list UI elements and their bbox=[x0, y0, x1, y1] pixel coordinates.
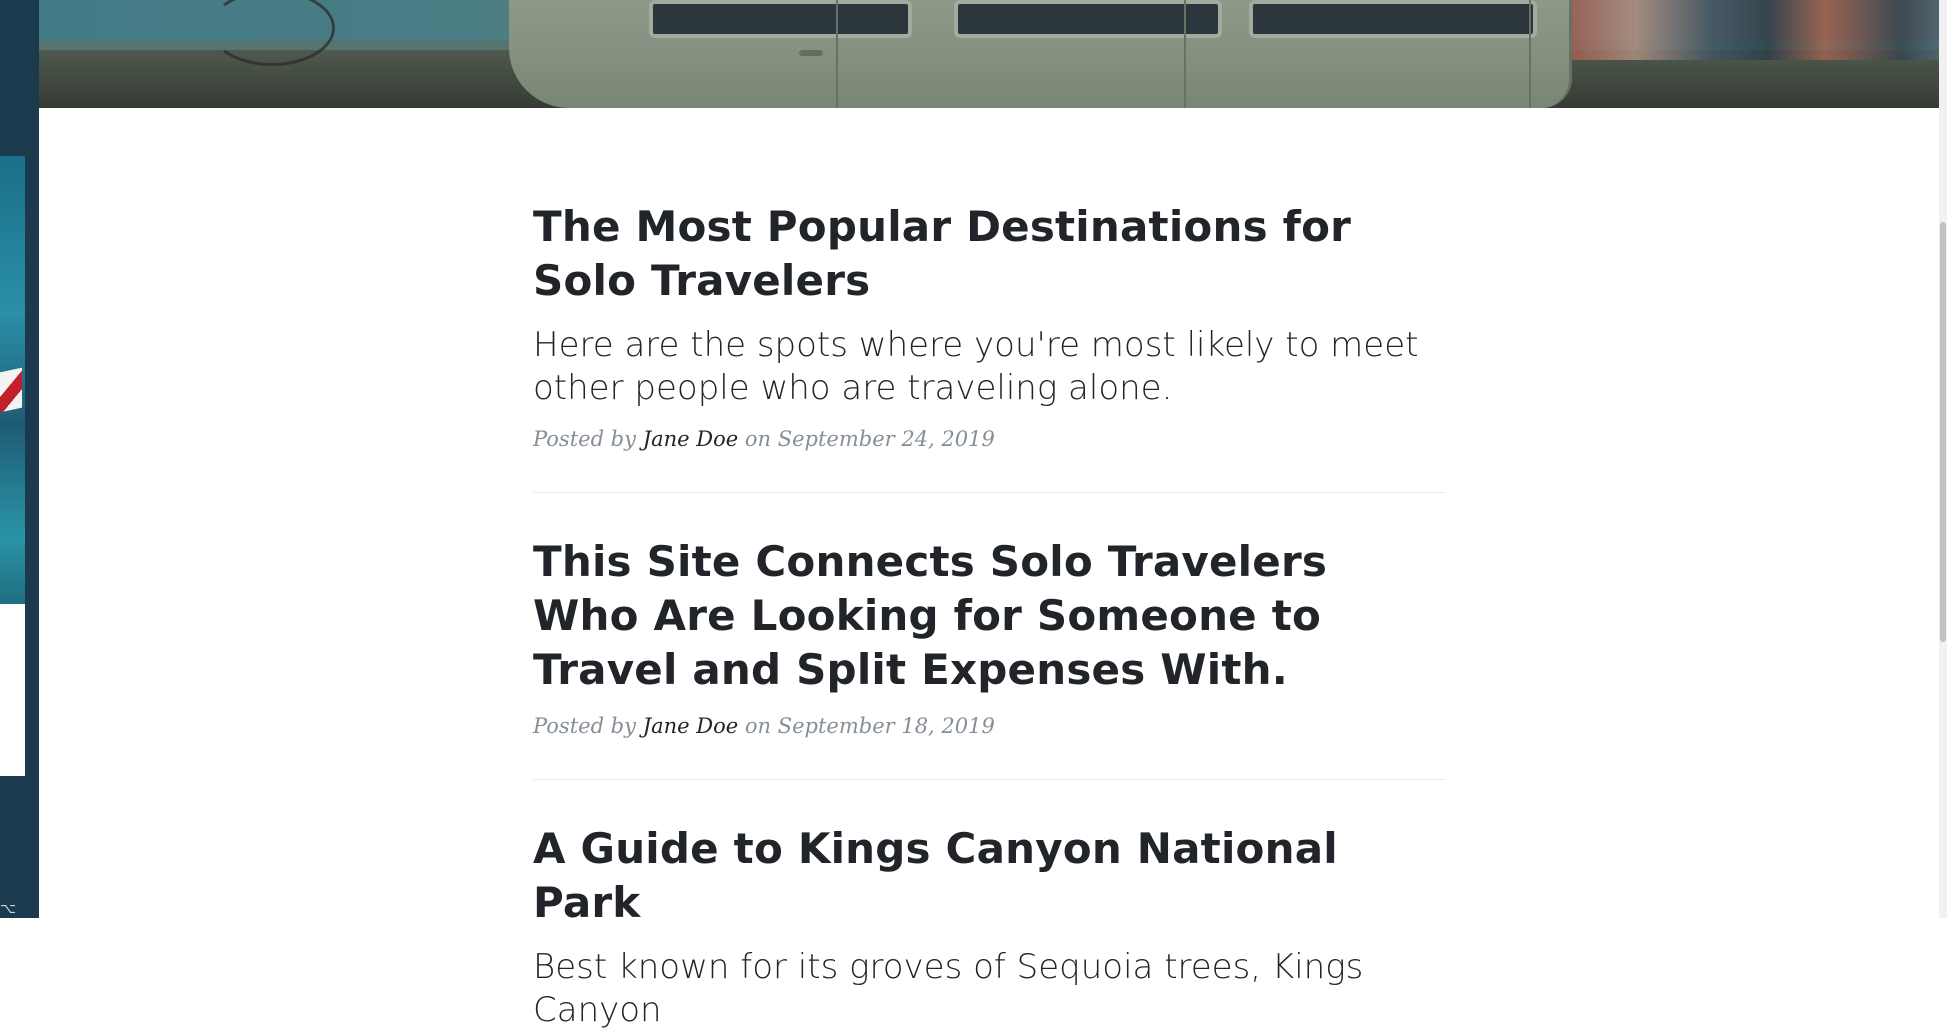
author-link[interactable]: Jane Doe bbox=[643, 714, 738, 738]
post-preview: The Most Popular Destinations for Solo T… bbox=[533, 200, 1445, 454]
background-card bbox=[0, 604, 25, 776]
scrollbar[interactable] bbox=[1939, 0, 1947, 918]
post-link[interactable]: The Most Popular Destinations for Solo T… bbox=[533, 200, 1445, 410]
post-date: September 24, 2019 bbox=[777, 427, 995, 451]
post-meta: Posted by Jane Doe on September 18, 2019 bbox=[533, 711, 1445, 741]
post-preview: This Site Connects Solo Travelers Who Ar… bbox=[533, 535, 1445, 741]
partial-icon: ⌥ bbox=[0, 901, 17, 917]
post-title[interactable]: This Site Connects Solo Travelers Who Ar… bbox=[533, 535, 1445, 697]
header-hero-image bbox=[39, 0, 1939, 108]
background-thumbnail bbox=[0, 156, 25, 604]
post-list: The Most Popular Destinations for Solo T… bbox=[533, 200, 1445, 1032]
post-subtitle[interactable]: Best known for its groves of Sequoia tre… bbox=[533, 946, 1445, 1032]
author-link[interactable]: Jane Doe bbox=[643, 427, 738, 451]
post-preview: A Guide to Kings Canyon National Park Be… bbox=[533, 822, 1445, 1032]
post-title[interactable]: A Guide to Kings Canyon National Park bbox=[533, 822, 1445, 930]
post-title[interactable]: The Most Popular Destinations for Solo T… bbox=[533, 200, 1445, 308]
meta-prefix: Posted by bbox=[533, 714, 636, 738]
post-subtitle[interactable]: Here are the spots where you're most lik… bbox=[533, 324, 1445, 410]
scrollbar-thumb[interactable] bbox=[1940, 222, 1946, 642]
meta-middle: on bbox=[744, 427, 772, 451]
post-meta: Posted by Jane Doe on September 24, 2019 bbox=[533, 424, 1445, 454]
flag-image bbox=[0, 367, 22, 413]
meta-middle: on bbox=[744, 714, 772, 738]
divider bbox=[533, 492, 1445, 493]
hero-overlay bbox=[39, 0, 1939, 108]
post-date: September 18, 2019 bbox=[777, 714, 995, 738]
divider bbox=[533, 779, 1445, 780]
background-window-strip: ⌥ bbox=[0, 0, 39, 918]
post-link[interactable]: A Guide to Kings Canyon National Park Be… bbox=[533, 822, 1445, 1032]
post-link[interactable]: This Site Connects Solo Travelers Who Ar… bbox=[533, 535, 1445, 697]
meta-prefix: Posted by bbox=[533, 427, 636, 451]
